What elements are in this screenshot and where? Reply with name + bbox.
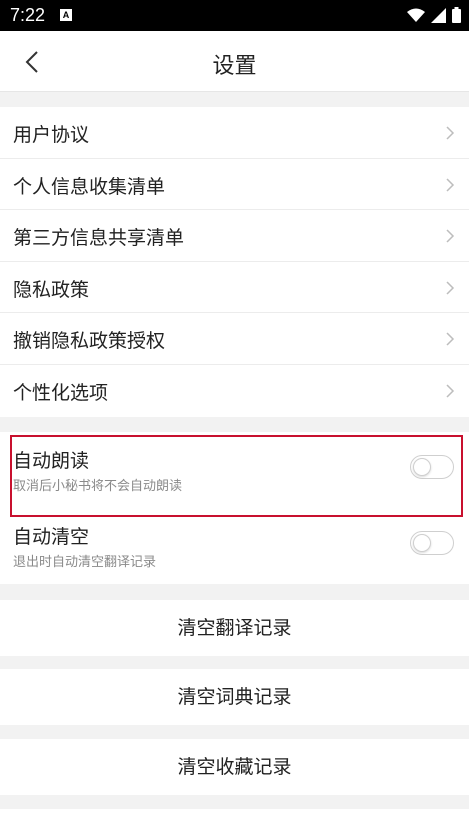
chevron-right-icon <box>446 178 455 192</box>
clear-translation-button[interactable]: 清空翻译记录 <box>0 600 469 656</box>
wifi-icon <box>407 8 425 22</box>
clear-favorites-button[interactable]: 清空收藏记录 <box>0 739 469 795</box>
toggle-description: 退出时自动清空翻译记录 <box>13 555 157 570</box>
menu-item-personal-info-list[interactable]: 个人信息收集清单 <box>0 159 469 211</box>
menu-item-label: 撤销隐私政策授权 <box>13 330 166 353</box>
battery-icon <box>452 7 461 23</box>
switch-knob <box>413 457 431 476</box>
clear-dictionary-button[interactable]: 清空词典记录 <box>0 669 469 725</box>
menu-item-label: 个性化选项 <box>13 381 109 404</box>
chevron-right-icon <box>446 281 455 295</box>
toggle-label: 自动清空 <box>13 526 90 548</box>
menu-item-label: 个人信息收集清单 <box>13 175 166 198</box>
auto-clear-switch[interactable] <box>410 531 454 555</box>
auto-read-switch[interactable] <box>410 455 454 479</box>
chevron-right-icon <box>446 332 455 346</box>
status-bar: 7:22 A <box>0 0 469 31</box>
menu-item-label: 第三方信息共享清单 <box>13 227 185 250</box>
menu-item-third-party-sharing[interactable]: 第三方信息共享清单 <box>0 210 469 262</box>
partial-row <box>0 809 469 835</box>
chevron-right-icon <box>446 126 455 140</box>
system-icons <box>407 7 461 23</box>
signal-icon <box>431 7 446 23</box>
notification-icon: A <box>60 9 72 21</box>
app-header: 设置 <box>0 31 469 92</box>
chevron-right-icon <box>446 229 455 243</box>
switch-knob <box>413 533 431 552</box>
auto-clear-row: 自动清空 退出时自动清空翻译记录 <box>0 512 469 584</box>
menu-item-personalization[interactable]: 个性化选项 <box>0 365 469 417</box>
menu-item-user-agreement[interactable]: 用户协议 <box>0 107 469 159</box>
menu-item-privacy-policy[interactable]: 隐私政策 <box>0 262 469 314</box>
status-time: 7:22 <box>10 5 46 25</box>
settings-menu: 用户协议 个人信息收集清单 第三方信息共享清单 隐私政策 撤销隐私政策授权 个性… <box>0 107 469 417</box>
toggle-description: 取消后小秘书将不会自动朗读 <box>13 479 183 494</box>
toggle-label: 自动朗读 <box>13 450 90 472</box>
toggle-section: 自动朗读 取消后小秘书将不会自动朗读 自动清空 退出时自动清空翻译记录 <box>0 432 469 584</box>
auto-read-row: 自动朗读 取消后小秘书将不会自动朗读 <box>0 432 469 512</box>
menu-item-label: 隐私政策 <box>13 278 90 301</box>
page-title: 设置 <box>212 54 257 79</box>
chevron-right-icon <box>446 384 455 398</box>
menu-item-revoke-privacy[interactable]: 撤销隐私政策授权 <box>0 313 469 365</box>
menu-item-label: 用户协议 <box>13 124 90 146</box>
